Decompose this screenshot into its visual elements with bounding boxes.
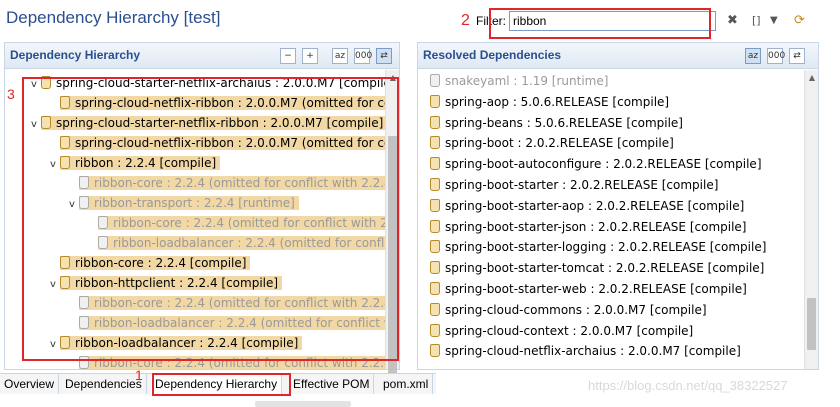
jar-icon [430,115,440,129]
resolved-list[interactable]: snakeyaml : 1.19 [runtime] spring-aop : 5… [418,73,804,369]
jar-icon [430,219,440,233]
list-item[interactable]: spring-boot-autoconfigure : 2.0.2.RELEAS… [430,154,762,174]
scroll-up-icon[interactable]: ▲ [806,72,818,84]
jar-icon [430,302,440,316]
annotation-number-2: 2 [461,12,470,29]
panel-header: Resolved Dependencies az 000 ⇄ [418,43,818,69]
annotation-number-3: 3 [7,86,15,102]
sort-icon[interactable]: az [332,48,348,64]
list-item-label: spring-boot-starter-logging : 2.0.2.RELE… [445,240,767,255]
tab-pom-xml[interactable]: pom.xml [379,374,434,394]
list-item-label: spring-boot-starter-aop : 2.0.2.RELEASE … [445,198,745,213]
show-group-icon[interactable]: 000 [767,48,785,64]
list-item[interactable]: spring-boot-starter-tomcat : 2.0.2.RELEA… [430,258,764,278]
scrollbar[interactable]: ▲ [804,70,818,369]
list-item-label: snakeyaml : 1.19 [runtime] [445,74,609,88]
list-item[interactable]: spring-boot-starter-web : 2.0.2.RELEASE … [430,279,747,299]
jar-icon [430,240,440,254]
list-item[interactable]: spring-cloud-commons : 2.0.0.M7 [compile… [430,300,707,320]
jar-icon [430,323,440,337]
annotation-number-1: 1 [135,367,143,383]
jar-icon [430,136,440,150]
jar-icon [430,198,440,212]
list-item-label: spring-boot : 2.0.2.RELEASE [compile] [445,136,674,151]
jar-icon [430,178,440,191]
jar-icon [430,94,440,108]
list-item[interactable]: spring-boot : 2.0.2.RELEASE [compile] [430,133,674,153]
annotation-box-filter [489,8,711,39]
editor-header: Dependency Hierarchy [test] 2 Filter: ✖ … [0,0,840,40]
watermark: https://blog.csdn.net/qq_38322527 [588,378,788,393]
page-title: Dependency Hierarchy [test] [6,8,221,27]
annotation-box-tab [152,373,291,396]
jar-icon [430,282,440,295]
sort-icon[interactable]: az [745,48,761,64]
tab-dependencies[interactable]: Dependencies [61,374,147,394]
show-group-icon[interactable]: 000 [354,48,372,64]
list-item-label: spring-boot-starter-tomcat : 2.0.2.RELEA… [445,261,765,276]
panel-title: Dependency Hierarchy [10,48,141,62]
list-item-label: spring-boot-starter-json : 2.0.2.RELEASE… [445,219,747,234]
list-item[interactable]: spring-boot-starter-logging : 2.0.2.RELE… [430,237,766,257]
list-item[interactable]: snakeyaml : 1.19 [runtime] [430,73,608,91]
list-item-label: spring-cloud-commons : 2.0.0.M7 [compile… [445,302,707,317]
list-item[interactable]: spring-cloud-context : 2.0.0.M7 [compile… [430,321,693,341]
list-item[interactable]: spring-beans : 5.0.6.RELEASE [compile] [430,113,683,133]
list-item[interactable]: spring-aop : 5.0.6.RELEASE [compile] [430,92,669,112]
list-item[interactable]: spring-boot-starter-aop : 2.0.2.RELEASE … [430,196,744,216]
tab-effective-pom[interactable]: Effective POM [289,374,375,394]
collapse-icon[interactable]: [] [752,13,761,29]
list-item-label: spring-cloud-context : 2.0.0.M7 [compile… [445,323,694,338]
clear-icon[interactable]: ✖ [727,13,738,29]
bottom-strip [255,401,351,407]
list-item-label: spring-boot-starter : 2.0.2.RELEASE [com… [445,178,719,192]
list-item[interactable]: spring-boot-starter : 2.0.2.RELEASE [com… [430,175,718,195]
refresh-icon[interactable]: ⟳ [794,13,805,29]
list-item-label: spring-beans : 5.0.6.RELEASE [compile] [445,115,683,130]
jar-icon [430,74,440,87]
link-icon[interactable]: ⇄ [789,48,805,64]
panel-title: Resolved Dependencies [423,48,562,62]
list-item-label: spring-boot-autoconfigure : 2.0.2.RELEAS… [445,157,762,172]
tab-overview[interactable]: Overview [0,374,60,394]
collapse-all-icon[interactable]: − [280,48,296,64]
link-icon[interactable]: ⇄ [376,48,392,64]
list-item-label: spring-aop : 5.0.6.RELEASE [compile] [445,94,670,109]
jar-icon [430,157,440,171]
list-item[interactable]: spring-cloud-netflix-archaius : 2.0.0.M7… [430,341,741,361]
jar-icon [430,344,440,358]
jar-icon [430,261,440,275]
annotation-box-tree [22,77,399,361]
list-item[interactable]: spring-boot-starter-json : 2.0.2.RELEASE… [430,217,746,237]
list-item-label: spring-cloud-netflix-archaius : 2.0.0.M7… [445,344,741,359]
dropdown-icon[interactable]: ▼ [770,13,778,29]
expand-all-icon[interactable]: + [302,48,318,64]
scroll-thumb[interactable] [807,298,816,350]
resolved-dependencies-panel: Resolved Dependencies az 000 ⇄ snakeyaml… [417,42,819,370]
panel-header: Dependency Hierarchy − + az 000 ⇄ [5,43,399,69]
list-item-label: spring-boot-starter-web : 2.0.2.RELEASE … [445,282,747,296]
